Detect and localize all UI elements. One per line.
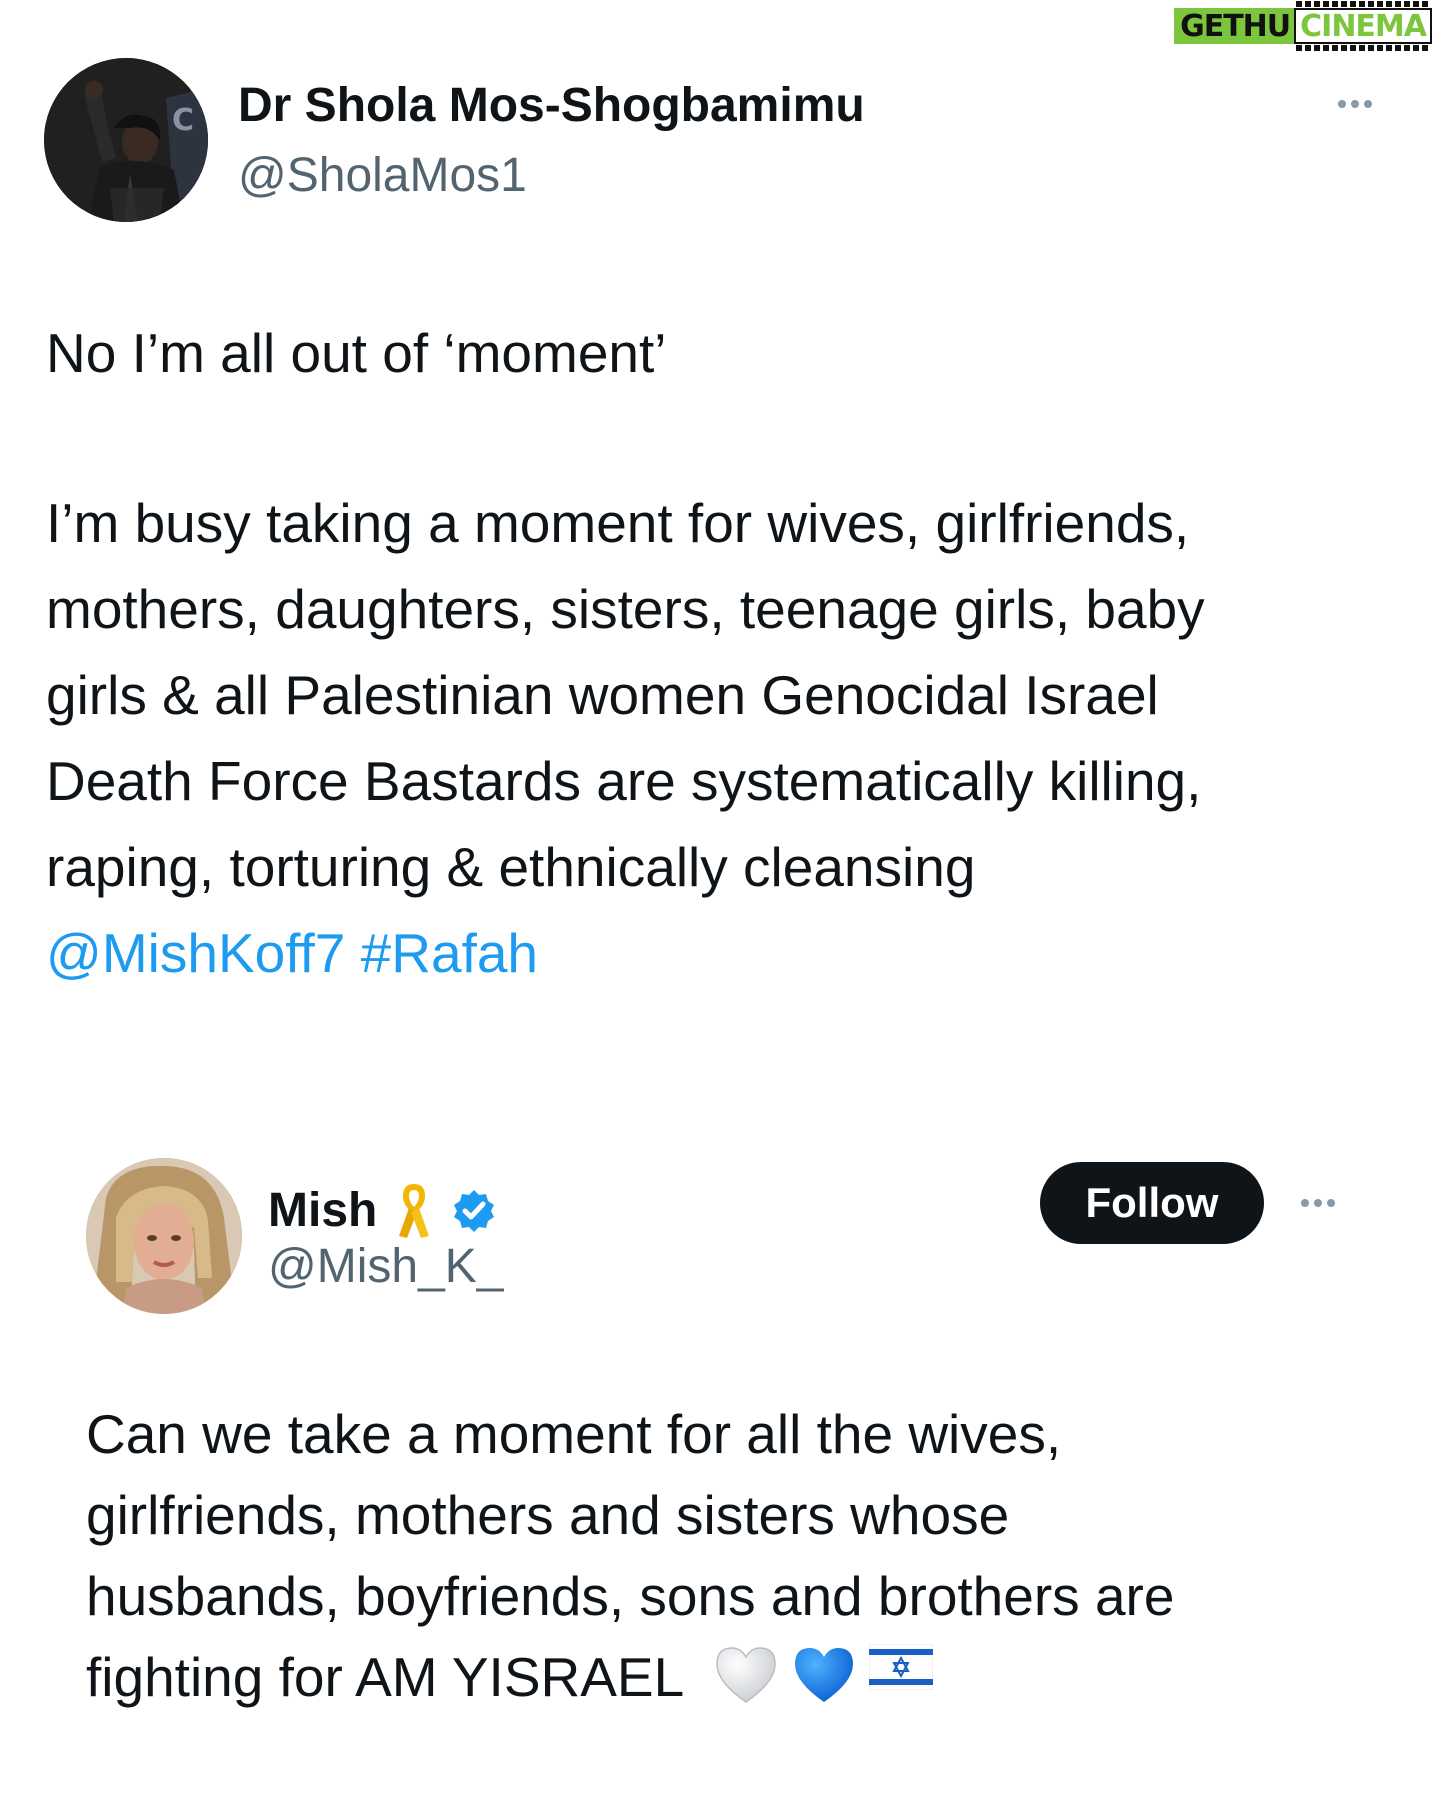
emoji-row xyxy=(713,1644,934,1706)
more-dot xyxy=(1327,1199,1335,1207)
author-handle[interactable]: @SholaMos1 xyxy=(238,152,527,200)
quoted-author-handle[interactable]: @Mish_K_ xyxy=(268,1243,503,1291)
more-horizontal-icon[interactable] xyxy=(1338,100,1372,108)
quoted-author-name-row: Mish xyxy=(268,1180,497,1242)
quoted-text-line-last: fighting for AM YISRAEL xyxy=(86,1637,1174,1718)
watermark-part-b: CINEMA xyxy=(1294,1,1432,51)
author-name[interactable]: Dr Shola Mos-Shogbamimu xyxy=(238,82,865,130)
verified-badge-icon[interactable] xyxy=(451,1188,497,1234)
watermark-part-a: GETHU xyxy=(1174,8,1295,44)
more-dot xyxy=(1301,1199,1309,1207)
israel-flag-icon xyxy=(869,1644,934,1691)
quoted-text-line: Can we take a moment for all the wives, xyxy=(86,1403,1062,1465)
quoted-text-line: girlfriends, mothers and sisters whose xyxy=(86,1484,1010,1546)
tweet-text-line: raping, torturing & ethnically cleansing xyxy=(46,836,976,898)
tweet-text-line: Death Force Bastards are systematically … xyxy=(46,750,1202,812)
film-strip-top xyxy=(1296,1,1430,7)
mention-link[interactable]: @MishKoff7 xyxy=(46,922,345,984)
more-dot xyxy=(1314,1199,1322,1207)
svg-text:C: C xyxy=(172,103,194,138)
avatar-image: C xyxy=(44,58,208,222)
tweet-text-line: No I’m all out of ‘moment’ xyxy=(46,322,667,384)
hashtag-link[interactable]: #Rafah xyxy=(361,922,538,984)
more-horizontal-icon[interactable] xyxy=(1301,1199,1335,1207)
follow-button[interactable]: Follow xyxy=(1040,1162,1264,1244)
more-dot xyxy=(1338,100,1346,108)
white-heart-icon xyxy=(716,1647,777,1704)
film-strip-bottom xyxy=(1296,45,1430,51)
watermark-logo: GETHU CINEMA xyxy=(1174,1,1432,51)
tweet-text-line: I’m busy taking a moment for wives, girl… xyxy=(46,492,1190,554)
author-avatar[interactable]: C xyxy=(44,58,208,222)
yellow-ribbon-icon xyxy=(399,1184,430,1238)
more-dot xyxy=(1351,100,1359,108)
tweet-links: @MishKoff7 #Rafah xyxy=(46,910,538,996)
blue-heart-icon xyxy=(795,1648,854,1703)
quoted-author-name[interactable]: Mish xyxy=(268,1187,377,1235)
tweet-text-paragraph: I’m busy taking a moment for wives, girl… xyxy=(46,480,1416,910)
quoted-author-avatar[interactable] xyxy=(86,1158,242,1314)
tweet-text-line: mothers, daughters, sisters, teenage gir… xyxy=(46,578,1205,640)
quoted-text-line: fighting for AM YISRAEL xyxy=(86,1646,683,1708)
quoted-avatar-image xyxy=(86,1158,242,1314)
more-dot xyxy=(1364,100,1372,108)
tweet-text-line: girls & all Palestinian women Genocidal … xyxy=(46,664,1159,726)
quoted-tweet-text: Can we take a moment for all the wives, … xyxy=(86,1394,1174,1718)
quoted-text-line: husbands, boyfriends, sons and brothers … xyxy=(86,1565,1175,1627)
watermark-part-b-text: CINEMA xyxy=(1300,9,1427,44)
